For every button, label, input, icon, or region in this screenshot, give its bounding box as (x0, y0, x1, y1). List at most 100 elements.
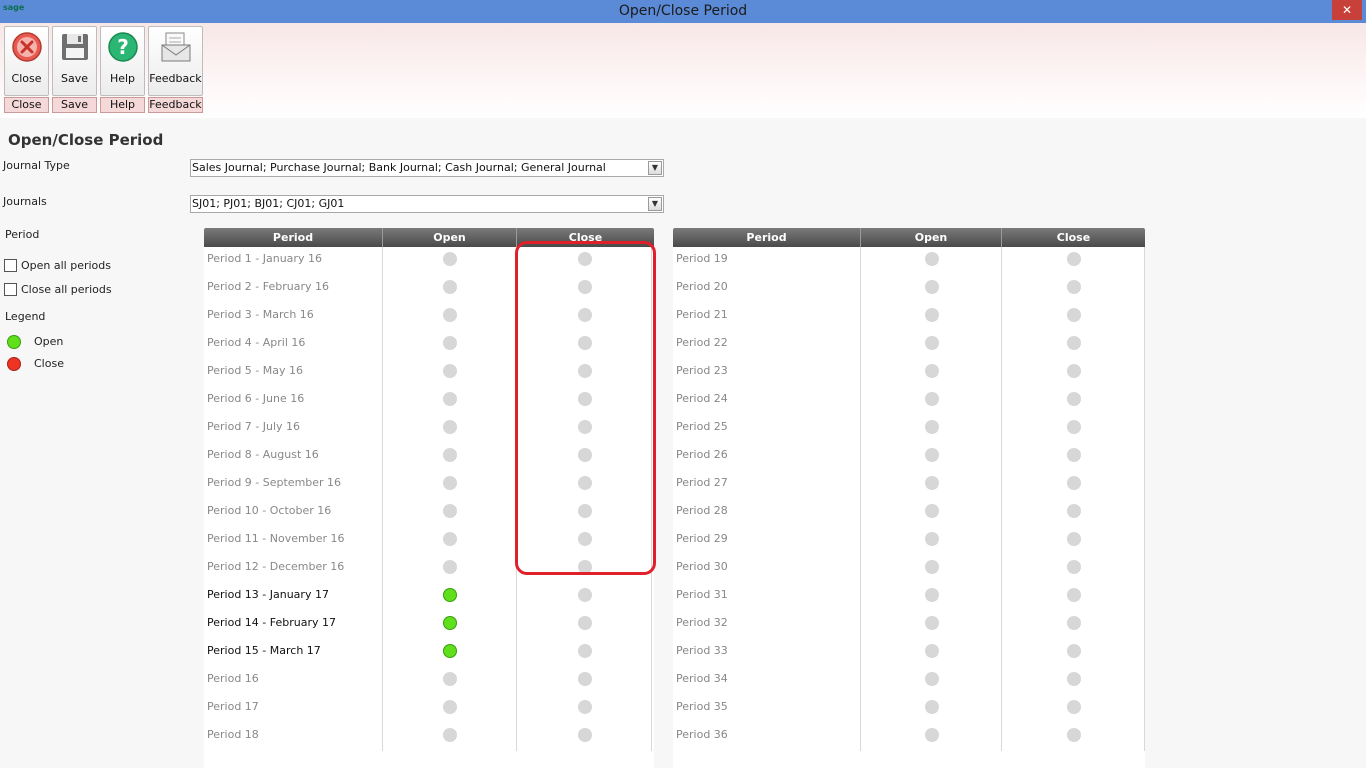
close-status-toggle[interactable] (577, 616, 592, 630)
help-button[interactable]: ? Help (100, 26, 145, 96)
open-status-toggle[interactable] (924, 448, 939, 462)
open-status-toggle[interactable] (443, 728, 457, 742)
open-status-toggle[interactable] (924, 588, 939, 602)
close-status-toggle[interactable] (1066, 644, 1081, 658)
period-name: Period 33 (673, 639, 861, 667)
close-status-toggle[interactable] (577, 588, 592, 602)
window-title: Open/Close Period (618, 3, 748, 19)
open-status-toggle[interactable] (443, 504, 457, 518)
close-status-toggle[interactable] (577, 672, 592, 686)
close-status-toggle[interactable] (1066, 700, 1081, 714)
feedback-caption[interactable]: Feedback (148, 97, 203, 113)
open-status-toggle[interactable] (924, 644, 939, 658)
chevron-down-icon[interactable]: ▼ (648, 197, 662, 211)
open-status-toggle[interactable] (924, 504, 939, 518)
open-status-toggle[interactable] (443, 616, 457, 630)
floppy-disk-icon (61, 34, 88, 60)
open-cell (383, 247, 517, 275)
open-status-toggle[interactable] (443, 392, 457, 406)
open-status-toggle[interactable] (443, 560, 457, 574)
close-status-toggle[interactable] (1066, 560, 1081, 574)
toolbar: Close Save ? Help Feedback Close Save He… (0, 23, 1366, 118)
open-status-toggle[interactable] (443, 644, 457, 658)
grid-header: Period Open Close (673, 228, 1145, 247)
open-status-toggle[interactable] (443, 700, 457, 714)
open-status-toggle[interactable] (443, 364, 457, 378)
close-status-toggle[interactable] (1066, 532, 1081, 546)
open-status-toggle[interactable] (924, 672, 939, 686)
close-status-toggle[interactable] (1066, 308, 1081, 322)
close-button-label: Close (11, 72, 42, 85)
legend-close-label: Close (34, 357, 64, 370)
journal-type-select[interactable]: Sales Journal; Purchase Journal; Bank Jo… (190, 159, 664, 177)
journal-type-value: Sales Journal; Purchase Journal; Bank Jo… (192, 161, 606, 174)
checkbox-box[interactable] (4, 283, 17, 296)
feedback-button[interactable]: Feedback (148, 26, 203, 96)
open-status-toggle[interactable] (924, 616, 939, 630)
period-row: Period 31 (673, 583, 1145, 611)
open-status-toggle[interactable] (443, 588, 457, 602)
open-status-toggle[interactable] (443, 308, 457, 322)
open-cell (383, 695, 517, 723)
journals-select[interactable]: SJ01; PJ01; BJ01; CJ01; GJ01 ▼ (190, 195, 664, 213)
open-status-toggle[interactable] (924, 308, 939, 322)
open-cell (383, 415, 517, 443)
close-status-toggle[interactable] (1066, 616, 1081, 630)
close-status-toggle[interactable] (577, 728, 592, 742)
period-row: Period 33 (673, 639, 1145, 667)
save-caption[interactable]: Save (52, 97, 97, 113)
open-status-toggle[interactable] (924, 392, 939, 406)
chevron-down-icon[interactable]: ▼ (648, 161, 662, 175)
open-status-toggle[interactable] (443, 672, 457, 686)
open-status-toggle[interactable] (443, 476, 457, 490)
close-status-toggle[interactable] (1066, 420, 1081, 434)
open-status-toggle[interactable] (924, 280, 939, 294)
period-name: Period 24 (673, 387, 861, 415)
open-cell (861, 331, 1002, 359)
close-status-toggle[interactable] (1066, 364, 1081, 378)
close-cell (517, 639, 652, 667)
open-cell (383, 611, 517, 639)
period-name: Period 1 - January 16 (204, 247, 383, 275)
open-status-toggle[interactable] (924, 700, 939, 714)
open-status-toggle[interactable] (924, 532, 939, 546)
close-status-toggle[interactable] (1066, 476, 1081, 490)
open-status-toggle[interactable] (443, 420, 457, 434)
close-caption[interactable]: Close (4, 97, 49, 113)
save-button[interactable]: Save (52, 26, 97, 96)
window-close-button[interactable]: ✕ (1332, 0, 1362, 20)
period-row: Period 15 - March 17 (204, 639, 654, 667)
period-name: Period 34 (673, 667, 861, 695)
open-status-toggle[interactable] (924, 336, 939, 350)
close-status-toggle[interactable] (577, 644, 592, 658)
open-status-toggle[interactable] (443, 336, 457, 350)
close-status-toggle[interactable] (1066, 728, 1081, 742)
checkbox-box[interactable] (4, 259, 17, 272)
open-cell (861, 471, 1002, 499)
close-status-toggle[interactable] (1066, 392, 1081, 406)
close-status-toggle[interactable] (1066, 588, 1081, 602)
open-status-toggle[interactable] (443, 280, 457, 294)
open-status-toggle[interactable] (443, 448, 457, 462)
open-status-toggle[interactable] (443, 532, 457, 546)
help-caption[interactable]: Help (100, 97, 145, 113)
close-status-toggle[interactable] (1066, 448, 1081, 462)
open-cell (861, 695, 1002, 723)
close-button[interactable]: Close (4, 26, 49, 96)
close-status-toggle[interactable] (1066, 504, 1081, 518)
open-status-toggle[interactable] (443, 252, 457, 266)
close-status-toggle[interactable] (1066, 280, 1081, 294)
open-cell (383, 723, 517, 751)
open-status-toggle[interactable] (924, 364, 939, 378)
open-status-toggle[interactable] (924, 252, 939, 266)
open-status-toggle[interactable] (924, 728, 939, 742)
open-cell (383, 583, 517, 611)
close-status-toggle[interactable] (577, 700, 592, 714)
open-status-toggle[interactable] (924, 560, 939, 574)
open-status-toggle[interactable] (924, 476, 939, 490)
close-status-toggle[interactable] (1066, 252, 1081, 266)
close-status-toggle[interactable] (1066, 336, 1081, 350)
open-status-toggle[interactable] (924, 420, 939, 434)
period-name: Period 21 (673, 303, 861, 331)
close-status-toggle[interactable] (1066, 672, 1081, 686)
